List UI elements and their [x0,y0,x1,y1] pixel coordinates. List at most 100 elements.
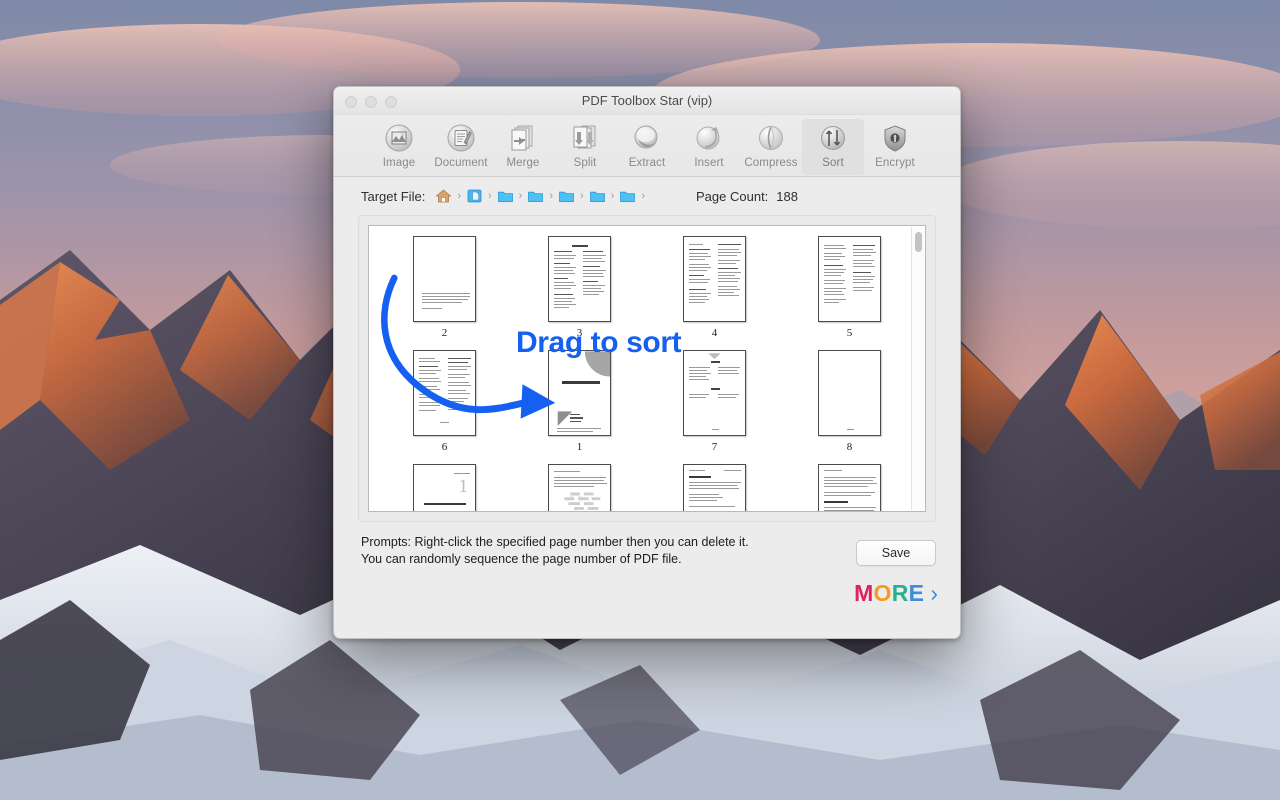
breadcrumb-item-file[interactable]: › [466,188,497,204]
page-preview[interactable] [413,350,476,436]
page-preview[interactable] [683,236,746,322]
breadcrumb-item-folder-1[interactable]: › [497,188,528,204]
toolbar-item-document[interactable]: Document [430,119,492,175]
thumbnail-item[interactable]: 8 [782,350,917,453]
prompts-line-2: You can randomly sequence the page numbe… [361,551,936,568]
toolbar-item-compress[interactable]: Compress [740,119,802,175]
save-button-label: Save [882,546,911,560]
toolbar-label-sort: Sort [822,157,844,169]
more-logo-m: M [854,580,873,606]
more-logo: MORE [854,580,924,607]
document-icon [444,122,478,156]
title-bar[interactable]: PDF Toolbox Star (vip) [334,87,960,115]
toolbar-label-split: Split [574,157,597,169]
breadcrumb-item-home[interactable]: › [435,188,466,204]
target-file-label: Target File: [361,189,425,204]
page-preview[interactable] [818,464,881,512]
breadcrumb-item-folder-3[interactable]: › [558,188,589,204]
insert-icon [692,122,726,156]
page-preview[interactable] [548,464,611,512]
chevron-right-icon: › [930,582,938,605]
page-count-value: 188 [776,189,798,204]
compress-icon [754,122,788,156]
page-number: 8 [847,441,853,453]
breadcrumb-separator: › [519,190,523,202]
toolbar-item-extract[interactable]: Extract [616,119,678,175]
thumbnail-item[interactable]: 6 [377,350,512,453]
toolbar-item-insert[interactable]: Insert [678,119,740,175]
folder-icon [527,188,544,204]
footer: Prompts: Right-click the specified page … [334,522,960,622]
breadcrumb[interactable]: › › › › [435,188,650,204]
prompts-text: Prompts: Right-click the specified page … [361,534,936,568]
thumbnail-item[interactable]: 2 [377,236,512,339]
extract-icon [630,122,664,156]
breadcrumb-item-folder-2[interactable]: › [527,188,558,204]
breadcrumb-separator: › [611,190,615,202]
image-icon [382,122,416,156]
page-number: 2 [442,327,448,339]
folder-icon [619,188,636,204]
save-button[interactable]: Save [856,540,936,566]
page-preview[interactable] [683,464,746,512]
diagram-art [549,465,610,512]
thumbnail-item[interactable] [512,464,647,512]
page-preview[interactable] [683,350,746,436]
prompts-line-1: Prompts: Right-click the specified page … [361,534,936,551]
toolbar-item-sort[interactable]: Sort [802,119,864,175]
page-content [549,237,610,321]
breadcrumb-separator: › [549,190,553,202]
more-logo-r: R [892,580,909,606]
thumbnail-item[interactable]: 5 [782,236,917,339]
page-preview[interactable] [818,236,881,322]
thumbnail-item[interactable]: 4 [647,236,782,339]
sort-icon [816,122,850,156]
page-content [414,237,475,321]
thumbnail-item-drop-target[interactable]: 1 [512,350,647,453]
page-count: Page Count: 188 [696,189,798,204]
thumbnail-panel: 2 [358,215,936,522]
breadcrumb-separator: › [580,190,584,202]
folder-icon [558,188,575,204]
toolbar-label-compress: Compress [744,157,797,169]
thumbnail-grid: 2 [369,226,925,512]
page-content [819,351,880,435]
page-preview-cover[interactable] [548,350,611,436]
page-count-label: Page Count: [696,189,768,204]
page-content [684,351,745,435]
page-preview[interactable] [548,236,611,322]
breadcrumb-item-folder-4[interactable]: › [589,188,620,204]
app-window: PDF Toolbox Star (vip) Image [333,86,961,639]
page-content [684,237,745,321]
breadcrumb-item-folder-5[interactable]: › [619,188,650,204]
vertical-scrollbar[interactable] [911,227,924,510]
scrollbar-thumb[interactable] [915,232,922,252]
page-number: 4 [712,327,718,339]
page-content [414,351,475,435]
toolbar-label-encrypt: Encrypt [875,157,915,169]
toolbar-item-merge[interactable]: Merge [492,119,554,175]
page-number: 7 [712,441,718,453]
toolbar-label-extract: Extract [629,157,666,169]
toolbar-item-encrypt[interactable]: Encrypt [864,119,926,175]
page-ornament [684,351,745,435]
toolbar-label-image: Image [383,157,415,169]
thumbnail-item[interactable]: 7 [647,350,782,453]
thumbnail-scroll-area[interactable]: 2 [368,225,926,512]
toolbar-item-split[interactable]: Split [554,119,616,175]
more-link[interactable]: MORE › [854,580,938,607]
thumbnail-item[interactable] [782,464,917,512]
thumbnail-item[interactable] [647,464,782,512]
thumbnail-item[interactable]: 1 [377,464,512,512]
breadcrumb-separator: › [488,190,492,202]
toolbar-item-image[interactable]: Image [368,119,430,175]
page-number: 6 [442,441,448,453]
thumbnail-item[interactable]: 3 [512,236,647,339]
page-number: 5 [847,327,853,339]
window-title: PDF Toolbox Star (vip) [334,93,960,108]
page-preview[interactable] [413,236,476,322]
page-content [549,465,610,512]
page-preview[interactable] [818,350,881,436]
page-preview[interactable]: 1 [413,464,476,512]
breadcrumb-separator: › [641,190,645,202]
